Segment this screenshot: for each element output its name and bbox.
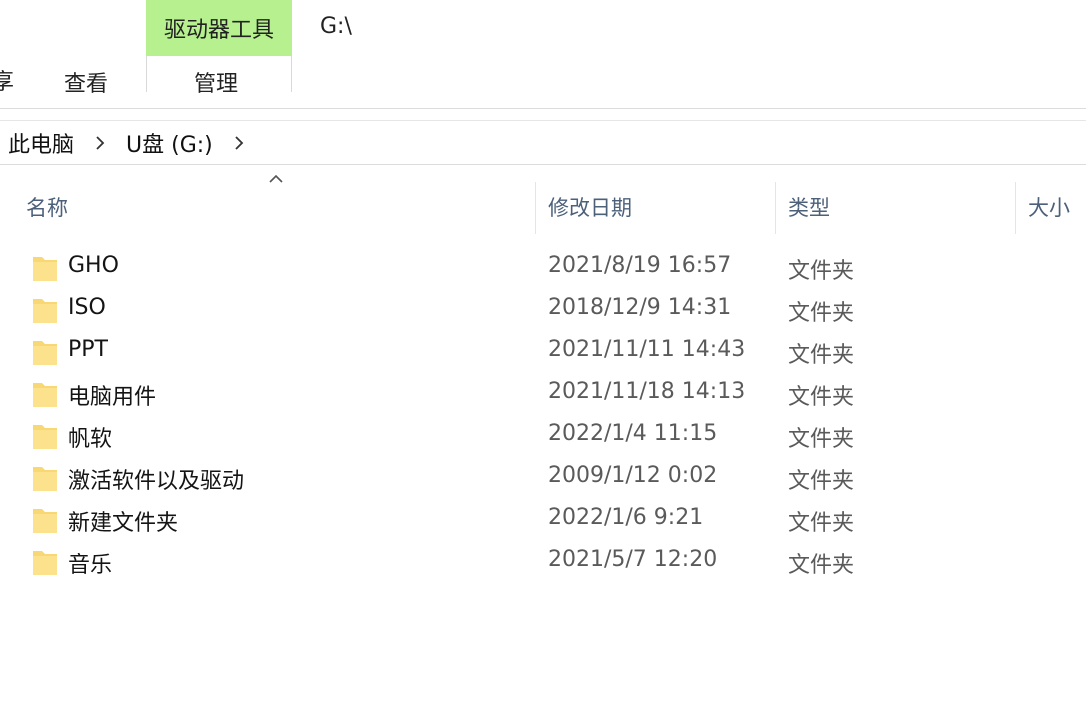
file-date-modified: 2018/12/9 14:31 xyxy=(548,295,732,320)
column-header-name[interactable]: 名称 xyxy=(26,192,68,222)
file-type: 文件夹 xyxy=(788,259,855,284)
file-row[interactable]: 电脑用件 2021/11/18 14:13 文件夹 xyxy=(0,372,1086,414)
file-type: 文件夹 xyxy=(788,385,855,410)
file-row[interactable]: 激活软件以及驱动 2009/1/12 0:02 文件夹 xyxy=(0,456,1086,498)
file-date-modified: 2022/1/4 11:15 xyxy=(548,421,718,446)
folder-icon xyxy=(33,383,57,407)
column-separator[interactable] xyxy=(535,182,536,234)
sort-ascending-icon xyxy=(269,174,283,183)
drive-tools-context-group: 驱动器工具 xyxy=(146,0,292,56)
file-row[interactable]: GHO 2021/8/19 16:57 文件夹 xyxy=(0,246,1086,288)
breadcrumb-this-pc[interactable]: 此电脑 xyxy=(0,127,74,159)
column-separator[interactable] xyxy=(775,182,776,234)
file-type: 文件夹 xyxy=(788,343,855,368)
address-divider xyxy=(0,164,1086,165)
column-header-type[interactable]: 类型 xyxy=(788,192,830,222)
file-row[interactable]: 音乐 2021/5/7 12:20 文件夹 xyxy=(0,540,1086,582)
folder-icon xyxy=(33,509,57,533)
file-name: ISO xyxy=(68,295,106,320)
file-row[interactable]: ISO 2018/12/9 14:31 文件夹 xyxy=(0,288,1086,330)
column-separator[interactable] xyxy=(1015,182,1016,234)
file-name: 激活软件以及驱动 xyxy=(68,469,245,494)
folder-icon xyxy=(33,341,57,365)
file-date-modified: 2021/11/11 14:43 xyxy=(548,337,746,362)
chevron-right-icon[interactable] xyxy=(94,133,106,153)
folder-icon xyxy=(33,425,57,449)
address-bar[interactable]: 此电脑 U盘 (G:) xyxy=(0,122,1086,164)
file-date-modified: 2009/1/12 0:02 xyxy=(548,463,718,488)
folder-icon xyxy=(33,299,57,323)
file-row[interactable]: 新建文件夹 2022/1/6 9:21 文件夹 xyxy=(0,498,1086,540)
file-type: 文件夹 xyxy=(788,553,855,578)
file-type: 文件夹 xyxy=(788,301,855,326)
folder-icon xyxy=(33,257,57,281)
tab-share[interactable]: 享 xyxy=(0,64,14,96)
column-header-date-modified[interactable]: 修改日期 xyxy=(548,192,632,222)
chevron-right-icon[interactable] xyxy=(233,133,245,153)
file-type: 文件夹 xyxy=(788,469,855,494)
window-title: G:\ xyxy=(320,14,352,39)
file-name: 音乐 xyxy=(68,553,113,578)
column-header-row xyxy=(0,166,1086,236)
ribbon: 享 查看 驱动器工具 管理 G:\ xyxy=(0,0,1086,110)
file-type: 文件夹 xyxy=(788,511,855,536)
breadcrumb-usb-drive[interactable]: U盘 (G:) xyxy=(126,127,213,159)
file-date-modified: 2021/11/18 14:13 xyxy=(548,379,746,404)
file-explorer-window: 享 查看 驱动器工具 管理 G:\ 此电脑 U盘 (G:) 名称 修改日期 类型… xyxy=(0,0,1086,716)
ribbon-divider xyxy=(0,108,1086,109)
file-name: 帆软 xyxy=(68,427,113,452)
file-name: PPT xyxy=(68,337,108,362)
folder-icon xyxy=(33,467,57,491)
file-name: GHO xyxy=(68,253,119,278)
column-header-size[interactable]: 大小 xyxy=(1028,192,1070,222)
file-name: 电脑用件 xyxy=(68,385,157,410)
file-type: 文件夹 xyxy=(788,427,855,452)
file-row[interactable]: 帆软 2022/1/4 11:15 文件夹 xyxy=(0,414,1086,456)
file-name: 新建文件夹 xyxy=(68,511,179,536)
file-row[interactable]: PPT 2021/11/11 14:43 文件夹 xyxy=(0,330,1086,372)
tab-manage[interactable]: 管理 xyxy=(194,66,238,98)
file-date-modified: 2022/1/6 9:21 xyxy=(548,505,704,530)
tab-view[interactable]: 查看 xyxy=(64,66,108,98)
folder-icon xyxy=(33,551,57,575)
file-date-modified: 2021/8/19 16:57 xyxy=(548,253,732,278)
file-date-modified: 2021/5/7 12:20 xyxy=(548,547,718,572)
ribbon-divider-lower xyxy=(0,120,1086,121)
